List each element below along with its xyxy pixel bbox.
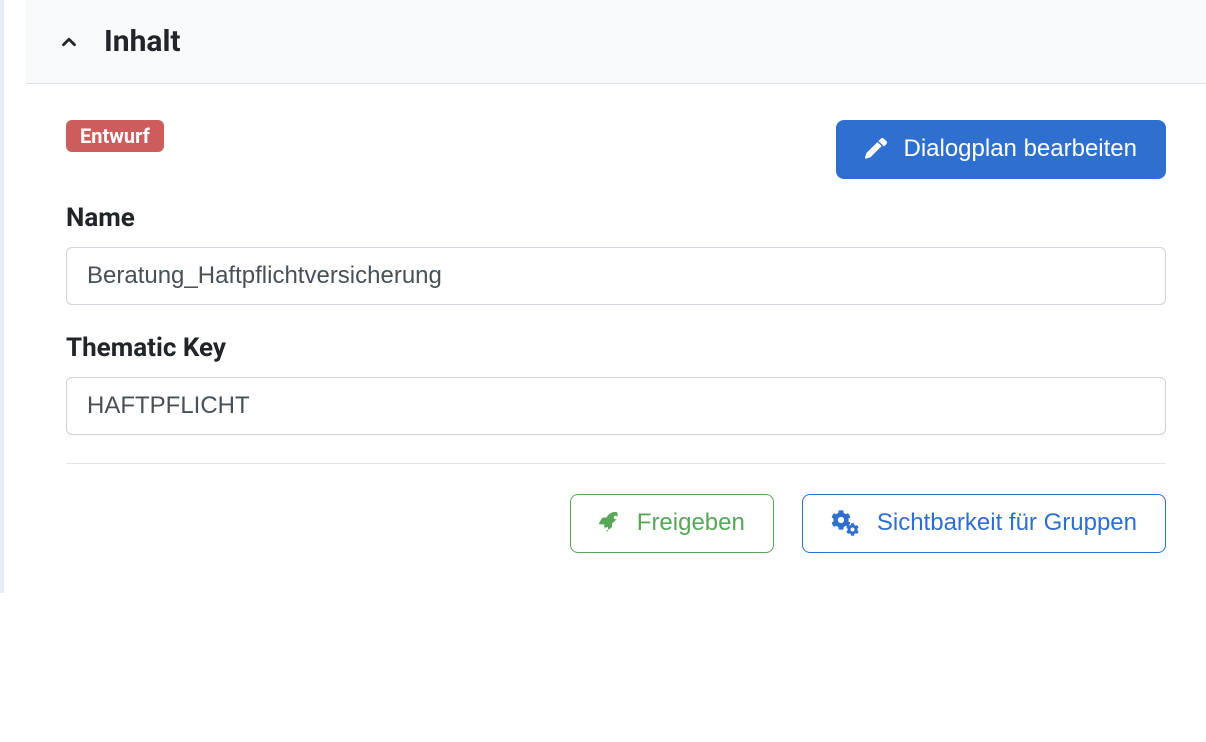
edit-dialogplan-button[interactable]: Dialogplan bearbeiten — [836, 120, 1166, 179]
status-badge: Entwurf — [66, 120, 164, 152]
release-button[interactable]: Freigeben — [570, 494, 774, 553]
pencil-icon — [865, 138, 887, 160]
name-group: Name — [66, 203, 1166, 305]
name-input[interactable] — [66, 247, 1166, 305]
collapse-toggle[interactable] — [58, 31, 80, 53]
rocket-icon — [599, 512, 621, 534]
name-label: Name — [66, 203, 1166, 233]
thematic-key-label: Thematic Key — [66, 333, 1166, 363]
chevron-up-icon — [58, 31, 80, 53]
gears-icon — [831, 510, 861, 536]
footer-actions: Freigeben Sichtbarkeit für Gruppen — [66, 494, 1166, 553]
visibility-groups-label: Sichtbarkeit für Gruppen — [877, 509, 1137, 538]
thematic-key-group: Thematic Key — [66, 333, 1166, 435]
edit-dialogplan-label: Dialogplan bearbeiten — [903, 135, 1137, 164]
panel-header[interactable]: Inhalt — [26, 0, 1206, 84]
divider — [66, 463, 1166, 464]
panel-title: Inhalt — [104, 24, 181, 59]
visibility-groups-button[interactable]: Sichtbarkeit für Gruppen — [802, 494, 1166, 553]
panel-body: Entwurf Dialogplan bearbeiten Name Thema… — [26, 84, 1206, 593]
thematic-key-input[interactable] — [66, 377, 1166, 435]
release-label: Freigeben — [637, 509, 745, 538]
